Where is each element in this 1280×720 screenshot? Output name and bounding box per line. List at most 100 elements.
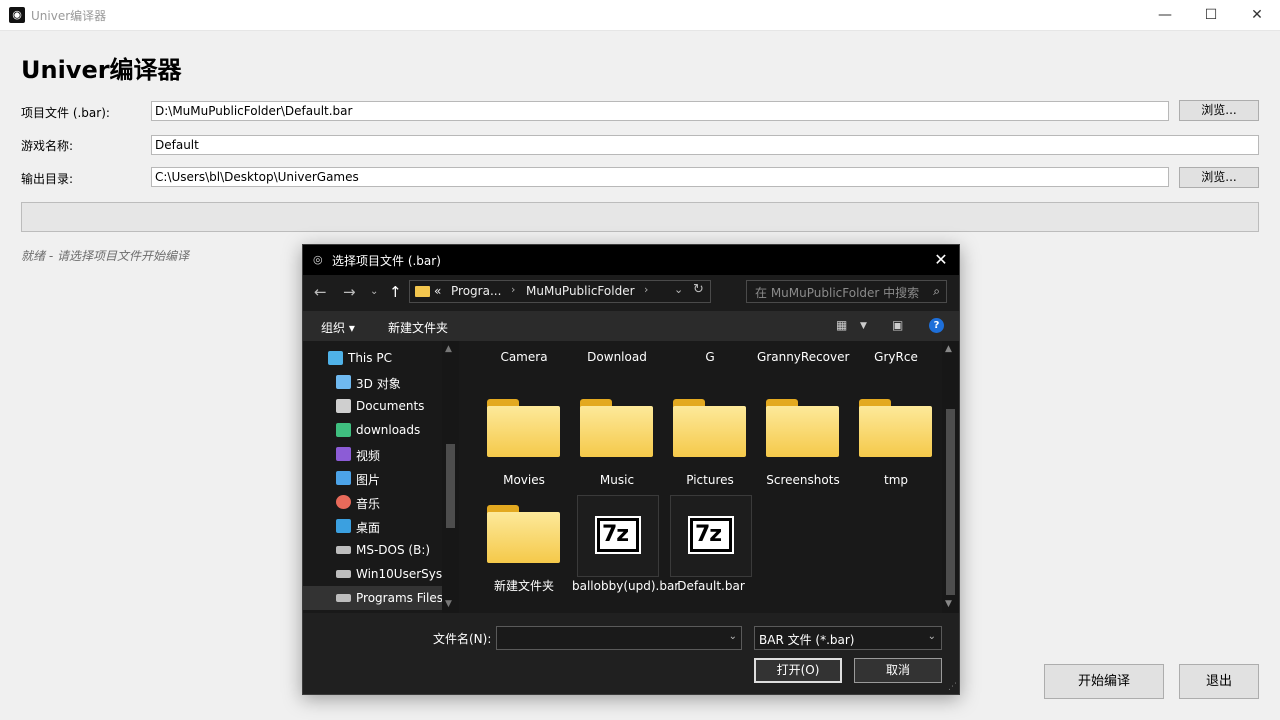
organize-menu[interactable]: 组织 ▾ — [321, 319, 355, 336]
breadcrumb-mumufolder[interactable]: MuMuPublicFolder — [526, 284, 635, 298]
compile-button[interactable]: 开始编译 — [1044, 664, 1164, 699]
nav-item-music[interactable]: 音乐 — [303, 490, 443, 514]
file-default-bar[interactable]: 7z — [670, 495, 752, 577]
nav-item-win10usersyst-drive[interactable]: Win10UserSyst — [303, 562, 443, 586]
output-browse-button[interactable]: 浏览... — [1179, 167, 1259, 188]
nav-item-3d-objects[interactable]: 3D 对象 — [303, 370, 443, 394]
folder-movies[interactable]: Movies — [478, 472, 570, 489]
forward-arrow-icon[interactable]: → — [343, 283, 356, 301]
file-default-label: Default.bar — [677, 579, 745, 593]
recent-locations-chevron-icon[interactable]: ⌄ — [370, 286, 378, 297]
nav-item-videos[interactable]: 视频 — [303, 442, 443, 466]
folder-g[interactable]: G — [664, 349, 756, 366]
maximize-button[interactable]: ☐ — [1188, 0, 1234, 31]
help-icon[interactable]: ? — [929, 318, 944, 333]
folder-gryrce[interactable]: GryRce — [850, 349, 942, 366]
scroll-up-icon[interactable]: ▲ — [445, 344, 452, 354]
nav-item-documents[interactable]: Documents — [303, 394, 443, 418]
file-type-select[interactable]: BAR 文件 (*.bar) ⌄ — [754, 626, 942, 650]
folder-tmp[interactable]: tmp — [850, 472, 942, 489]
refresh-icon[interactable]: ↻ — [693, 282, 704, 297]
folder-icon[interactable] — [766, 399, 839, 457]
document-icon — [336, 399, 351, 413]
game-name-input[interactable]: Default — [151, 135, 1259, 155]
scroll-down-icon[interactable]: ▼ — [945, 599, 952, 609]
resize-grip-icon[interactable]: ⋰ — [948, 682, 957, 692]
picture-icon — [336, 471, 351, 485]
folder-music[interactable]: Music — [571, 472, 663, 489]
new-folder-button[interactable]: 新建文件夹 — [388, 319, 448, 336]
filename-input[interactable]: ⌄ — [496, 626, 742, 650]
nav-item-programs-files-drive[interactable]: Programs Files — [303, 586, 443, 610]
exit-button[interactable]: 退出 — [1179, 664, 1259, 699]
search-input[interactable]: 在 MuMuPublicFolder 中搜索 ⌕ — [746, 280, 947, 303]
filename-label: 文件名(N): — [433, 632, 492, 646]
folder-icon[interactable] — [487, 399, 560, 457]
nav-item-this-pc[interactable]: This PC — [303, 346, 443, 370]
folder-camera[interactable]: Camera — [478, 349, 570, 366]
output-dir-input[interactable]: C:\Users\bl\Desktop\UniverGames — [151, 167, 1169, 187]
view-options-icon[interactable]: ▦ — [836, 318, 847, 332]
address-bar[interactable]: « Progra... › MuMuPublicFolder › ⌄ ↻ — [409, 280, 711, 303]
drive-icon — [336, 570, 351, 578]
navigation-pane: This PC 3D 对象 Documents downloads 视频 图片 … — [303, 341, 461, 613]
address-dropdown-icon[interactable]: ⌄ — [674, 283, 683, 296]
dialog-close-icon[interactable]: ✕ — [929, 248, 953, 272]
open-button[interactable]: 打开(O) — [754, 658, 842, 683]
nav-item-label: MS-DOS (B:) — [356, 543, 431, 557]
nav-item-label: 桌面 — [356, 521, 381, 535]
minimize-button[interactable]: — — [1142, 0, 1188, 31]
scroll-up-icon[interactable]: ▲ — [945, 344, 952, 354]
dialog-title: 选择项目文件 (.bar) — [332, 254, 441, 268]
folder-icon[interactable] — [859, 399, 932, 457]
breadcrumb-chevron-icon[interactable]: › — [644, 283, 648, 296]
breadcrumb-programs[interactable]: Progra... — [451, 284, 501, 298]
folder-icon[interactable] — [487, 505, 560, 563]
music-icon — [336, 495, 351, 509]
address-overflow[interactable]: « — [434, 284, 441, 298]
nav-item-label: 图片 — [356, 473, 381, 487]
nav-item-label: downloads — [356, 423, 421, 437]
breadcrumb-chevron-icon[interactable]: › — [511, 283, 515, 296]
project-file-input[interactable]: D:\MuMuPublicFolder\Default.bar — [151, 101, 1169, 121]
scroll-down-icon[interactable]: ▼ — [445, 599, 452, 609]
folder-download[interactable]: Download — [571, 349, 663, 366]
folder-grannyrecover[interactable]: GrannyRecover — [757, 349, 849, 366]
up-arrow-icon[interactable]: ↑ — [389, 283, 402, 301]
filename-dropdown-icon[interactable]: ⌄ — [729, 631, 737, 642]
nav-item-ms-dos-drive[interactable]: MS-DOS (B:) — [303, 538, 443, 562]
output-dir-label: 输出目录: — [21, 172, 74, 186]
back-arrow-icon[interactable]: ← — [314, 283, 327, 301]
nav-item-label: Documents — [356, 399, 425, 413]
navigation-scrollbar[interactable]: ▲ ▼ — [442, 341, 459, 613]
scrollbar-thumb[interactable] — [446, 444, 455, 528]
preview-pane-icon[interactable]: ▣ — [892, 318, 903, 332]
app-icon: ◉ — [9, 7, 25, 23]
folder-icon — [415, 286, 430, 297]
nav-item-desktop[interactable]: 桌面 — [303, 514, 443, 538]
dialog-title-bar: ◎ 选择项目文件 (.bar) ✕ — [303, 245, 959, 275]
nav-item-label: 视频 — [356, 449, 381, 463]
folder-screenshots[interactable]: Screenshots — [757, 472, 849, 489]
scrollbar-thumb[interactable] — [946, 409, 955, 595]
page-title: Univer编译器 — [21, 56, 182, 84]
folder-pictures[interactable]: Pictures — [664, 472, 756, 489]
file-list: Camera Download G GrannyRecover GryRce M… — [461, 341, 959, 613]
drive-icon — [336, 546, 351, 554]
nav-item-downloads[interactable]: downloads — [303, 418, 443, 442]
download-icon — [336, 423, 351, 437]
file-ballobby-bar[interactable]: 7z — [577, 495, 659, 577]
folder-icon[interactable] — [580, 399, 653, 457]
close-button[interactable]: ✕ — [1234, 0, 1280, 31]
view-dropdown-icon[interactable]: ▼ — [860, 321, 867, 331]
cancel-button[interactable]: 取消 — [854, 658, 942, 683]
folder-icon[interactable] — [673, 399, 746, 457]
project-browse-button[interactable]: 浏览... — [1179, 100, 1259, 121]
file-list-scrollbar[interactable]: ▲ ▼ — [942, 341, 959, 613]
nav-item-pictures[interactable]: 图片 — [303, 466, 443, 490]
progress-bar — [21, 202, 1259, 232]
file-type-dropdown-icon[interactable]: ⌄ — [928, 631, 936, 642]
game-name-label: 游戏名称: — [21, 139, 74, 153]
pc-icon — [328, 351, 343, 365]
folder-new-folder[interactable]: 新建文件夹 — [478, 578, 570, 595]
